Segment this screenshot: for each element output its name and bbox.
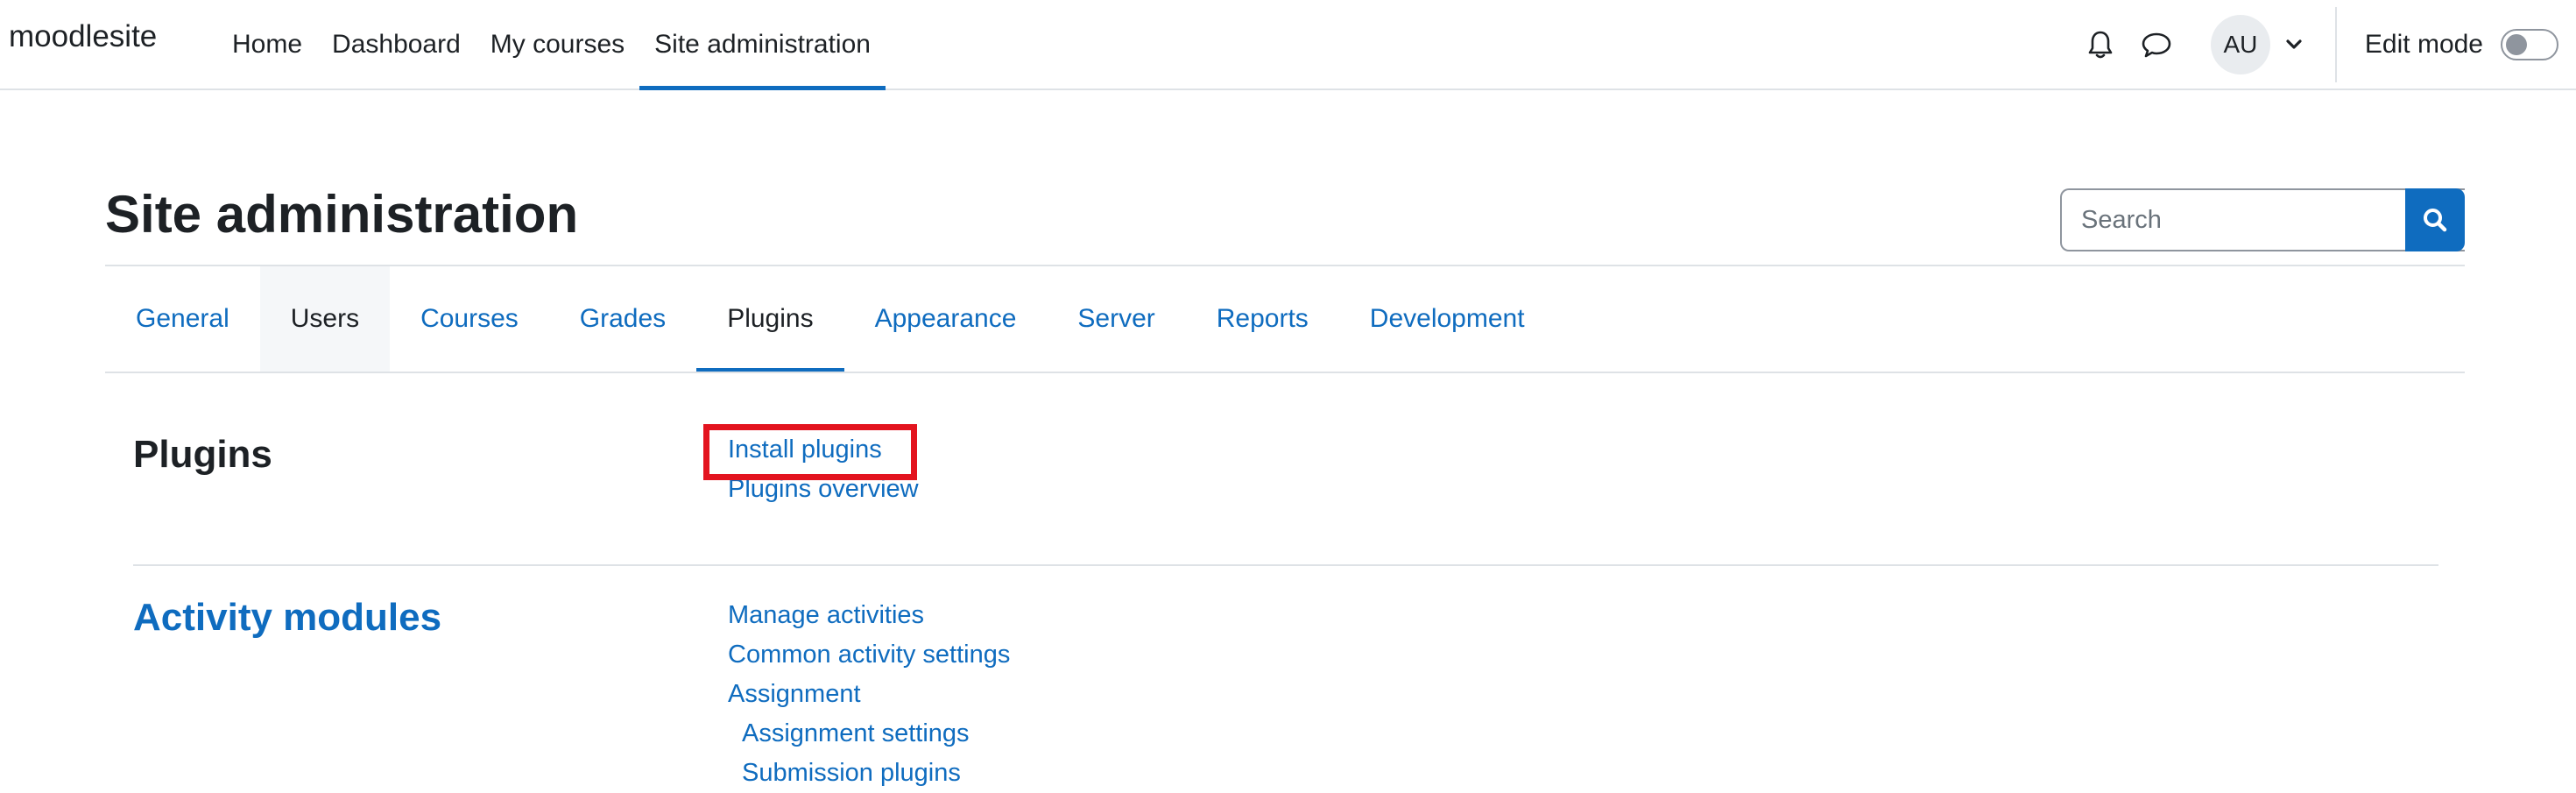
page-title: Site administration <box>105 185 579 244</box>
search-icon <box>2424 209 2447 232</box>
primary-navigation: Home Dashboard My courses Site administr… <box>217 0 886 90</box>
tab-courses[interactable]: Courses <box>390 266 549 372</box>
activity-modules-links: Manage activities Common activity settin… <box>728 596 1010 793</box>
nav-dashboard[interactable]: Dashboard <box>317 0 476 89</box>
edit-mode-toggle[interactable] <box>2501 28 2558 60</box>
navbar-divider <box>2334 6 2337 82</box>
tab-development[interactable]: Development <box>1339 266 1556 372</box>
messages-button[interactable] <box>2128 17 2184 73</box>
search-button[interactable] <box>2405 188 2465 251</box>
assignment-settings-link[interactable]: Assignment settings <box>728 714 1010 754</box>
nav-my-courses[interactable]: My courses <box>476 0 639 89</box>
tab-users[interactable]: Users <box>259 266 391 372</box>
user-menu[interactable]: AU <box>2210 14 2304 74</box>
toggle-knob <box>2506 33 2527 55</box>
bell-icon <box>2088 31 2113 58</box>
section-divider <box>133 564 2438 566</box>
manage-activities-link[interactable]: Manage activities <box>728 596 1010 635</box>
tab-reports[interactable]: Reports <box>1186 266 1339 372</box>
site-brand[interactable]: moodlesite <box>9 19 157 54</box>
tabs-divider <box>105 372 2465 373</box>
edit-mode-label: Edit mode <box>2364 29 2483 59</box>
assignment-link[interactable]: Assignment <box>728 675 1010 714</box>
nav-site-administration[interactable]: Site administration <box>639 0 886 90</box>
navbar-right: AU Edit mode <box>2072 0 2576 89</box>
tab-grades[interactable]: Grades <box>549 266 696 372</box>
tab-plugins[interactable]: Plugins <box>696 266 845 372</box>
search-input[interactable] <box>2060 188 2465 251</box>
section-title-plugins: Plugins <box>133 433 272 476</box>
top-navbar: moodlesite Home Dashboard My courses Sit… <box>0 0 2576 90</box>
speech-bubble-icon <box>2142 32 2171 57</box>
admin-tabs: General Users Courses Grades Plugins App… <box>105 266 1556 372</box>
highlight-box <box>703 424 917 480</box>
section-title-activity-modules[interactable]: Activity modules <box>133 596 441 640</box>
nav-home[interactable]: Home <box>217 0 317 89</box>
tab-server[interactable]: Server <box>1047 266 1185 372</box>
submission-plugins-link[interactable]: Submission plugins <box>728 754 1010 793</box>
avatar: AU <box>2210 14 2270 74</box>
notifications-button[interactable] <box>2072 17 2128 73</box>
tab-appearance[interactable]: Appearance <box>844 266 1048 372</box>
common-activity-settings-link[interactable]: Common activity settings <box>728 635 1010 675</box>
edit-mode-control: Edit mode <box>2364 28 2558 60</box>
tab-general[interactable]: General <box>105 266 260 372</box>
chevron-down-icon <box>2284 35 2304 54</box>
